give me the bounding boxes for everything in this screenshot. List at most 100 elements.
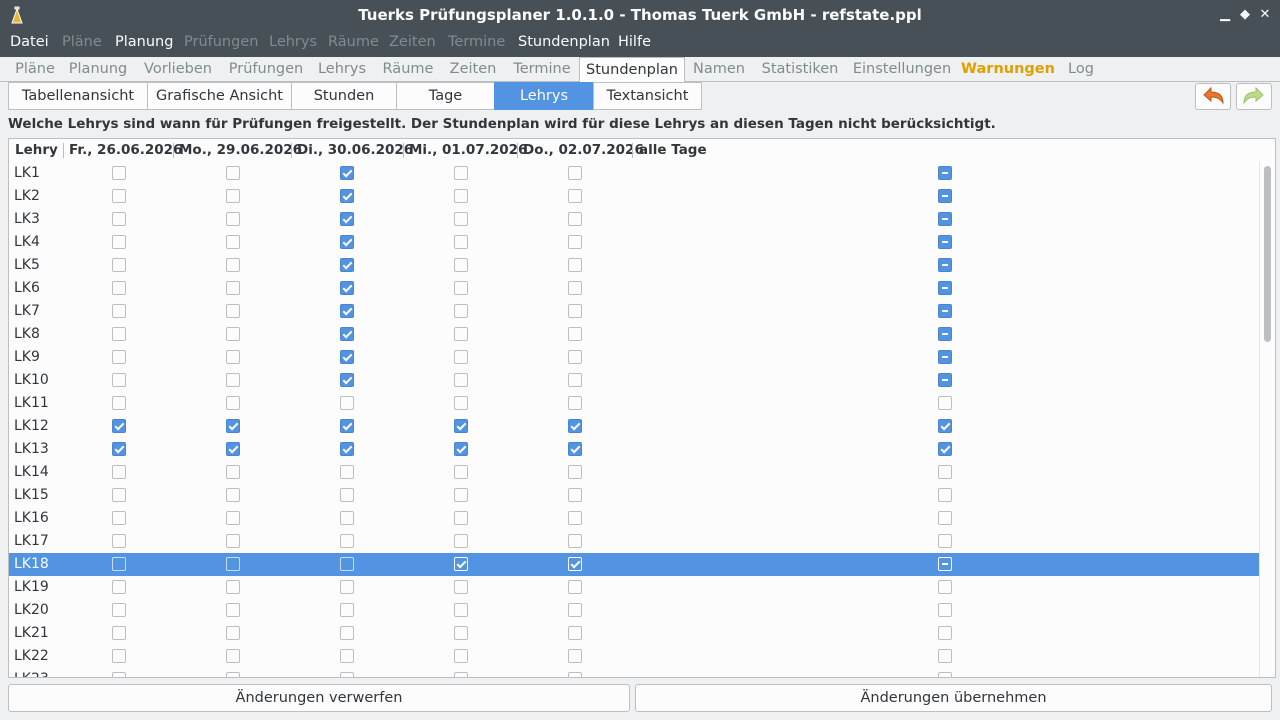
table-row[interactable]: LK5: [9, 254, 1259, 277]
header-lehry[interactable]: Lehry: [15, 142, 58, 158]
menu-datei[interactable]: Datei: [10, 34, 49, 50]
day-checkbox[interactable]: [226, 534, 240, 548]
day-checkbox[interactable]: [568, 511, 582, 525]
menu-raeume[interactable]: Räume: [328, 34, 379, 50]
day-checkbox[interactable]: [340, 258, 354, 272]
day-checkbox[interactable]: [340, 166, 354, 180]
table-row[interactable]: LK20: [9, 599, 1259, 622]
day-checkbox[interactable]: [568, 281, 582, 295]
all-days-checkbox[interactable]: [938, 672, 952, 677]
table-row[interactable]: LK6: [9, 277, 1259, 300]
all-days-checkbox[interactable]: [938, 557, 952, 571]
table-row[interactable]: LK18: [9, 553, 1259, 576]
all-days-checkbox[interactable]: [938, 626, 952, 640]
table-row[interactable]: LK3: [9, 208, 1259, 231]
day-checkbox[interactable]: [568, 327, 582, 341]
tab-raeume[interactable]: Räume: [378, 57, 438, 82]
day-checkbox[interactable]: [568, 189, 582, 203]
day-checkbox[interactable]: [112, 281, 126, 295]
tab-statistiken[interactable]: Statistiken: [756, 57, 844, 82]
day-checkbox[interactable]: [226, 212, 240, 226]
day-checkbox[interactable]: [340, 672, 354, 677]
minimize-icon[interactable]: ▁: [1216, 6, 1234, 24]
day-checkbox[interactable]: [568, 626, 582, 640]
day-checkbox[interactable]: [454, 511, 468, 525]
day-checkbox[interactable]: [340, 396, 354, 410]
table-row[interactable]: LK14: [9, 461, 1259, 484]
all-days-checkbox[interactable]: [938, 189, 952, 203]
day-checkbox[interactable]: [454, 465, 468, 479]
day-checkbox[interactable]: [454, 327, 468, 341]
subtab-tage[interactable]: Tage: [396, 82, 495, 110]
all-days-checkbox[interactable]: [938, 304, 952, 318]
table-row[interactable]: LK17: [9, 530, 1259, 553]
day-checkbox[interactable]: [340, 373, 354, 387]
day-checkbox[interactable]: [340, 534, 354, 548]
table-row[interactable]: LK7: [9, 300, 1259, 323]
all-days-checkbox[interactable]: [938, 488, 952, 502]
day-checkbox[interactable]: [226, 350, 240, 364]
day-checkbox[interactable]: [226, 327, 240, 341]
tab-log[interactable]: Log: [1062, 57, 1100, 82]
all-days-checkbox[interactable]: [938, 534, 952, 548]
header-day-2[interactable]: Mo., 29.06.2026: [179, 142, 302, 158]
table-row[interactable]: LK23: [9, 668, 1259, 677]
day-checkbox[interactable]: [454, 488, 468, 502]
day-checkbox[interactable]: [112, 304, 126, 318]
all-days-checkbox[interactable]: [938, 350, 952, 364]
header-day-4[interactable]: Mi., 01.07.2026: [409, 142, 527, 158]
day-checkbox[interactable]: [568, 557, 582, 571]
day-checkbox[interactable]: [454, 258, 468, 272]
day-checkbox[interactable]: [340, 304, 354, 318]
header-day-3[interactable]: Di., 30.06.2026: [297, 142, 413, 158]
day-checkbox[interactable]: [226, 649, 240, 663]
day-checkbox[interactable]: [454, 235, 468, 249]
day-checkbox[interactable]: [454, 534, 468, 548]
table-row[interactable]: LK4: [9, 231, 1259, 254]
day-checkbox[interactable]: [226, 603, 240, 617]
tab-einstellungen[interactable]: Einstellungen: [850, 57, 954, 82]
all-days-checkbox[interactable]: [938, 166, 952, 180]
menu-zeiten[interactable]: Zeiten: [389, 34, 436, 50]
day-checkbox[interactable]: [568, 580, 582, 594]
day-checkbox[interactable]: [112, 419, 126, 433]
day-checkbox[interactable]: [226, 258, 240, 272]
day-checkbox[interactable]: [568, 488, 582, 502]
day-checkbox[interactable]: [340, 626, 354, 640]
day-checkbox[interactable]: [568, 649, 582, 663]
menu-stundenplan[interactable]: Stundenplan: [518, 34, 610, 50]
day-checkbox[interactable]: [112, 511, 126, 525]
day-checkbox[interactable]: [340, 442, 354, 456]
day-checkbox[interactable]: [112, 258, 126, 272]
day-checkbox[interactable]: [568, 603, 582, 617]
table-row[interactable]: LK15: [9, 484, 1259, 507]
day-checkbox[interactable]: [568, 258, 582, 272]
day-checkbox[interactable]: [226, 465, 240, 479]
apply-changes-button[interactable]: Änderungen übernehmen: [635, 684, 1272, 712]
all-days-checkbox[interactable]: [938, 373, 952, 387]
table-row[interactable]: LK1: [9, 162, 1259, 185]
tab-planung[interactable]: Planung: [66, 57, 130, 82]
day-checkbox[interactable]: [454, 672, 468, 677]
scrollbar-thumb[interactable]: [1264, 166, 1271, 342]
day-checkbox[interactable]: [340, 580, 354, 594]
day-checkbox[interactable]: [340, 511, 354, 525]
menu-planung[interactable]: Planung: [115, 34, 173, 50]
day-checkbox[interactable]: [568, 672, 582, 677]
day-checkbox[interactable]: [568, 212, 582, 226]
table-row[interactable]: LK13: [9, 438, 1259, 461]
all-days-checkbox[interactable]: [938, 281, 952, 295]
table-row[interactable]: LK21: [9, 622, 1259, 645]
table-row[interactable]: LK22: [9, 645, 1259, 668]
day-checkbox[interactable]: [226, 511, 240, 525]
all-days-checkbox[interactable]: [938, 212, 952, 226]
day-checkbox[interactable]: [340, 327, 354, 341]
undo-button[interactable]: [1195, 83, 1231, 110]
day-checkbox[interactable]: [340, 212, 354, 226]
day-checkbox[interactable]: [112, 350, 126, 364]
all-days-checkbox[interactable]: [938, 235, 952, 249]
table-row[interactable]: LK2: [9, 185, 1259, 208]
table-row[interactable]: LK16: [9, 507, 1259, 530]
day-checkbox[interactable]: [568, 304, 582, 318]
day-checkbox[interactable]: [112, 534, 126, 548]
